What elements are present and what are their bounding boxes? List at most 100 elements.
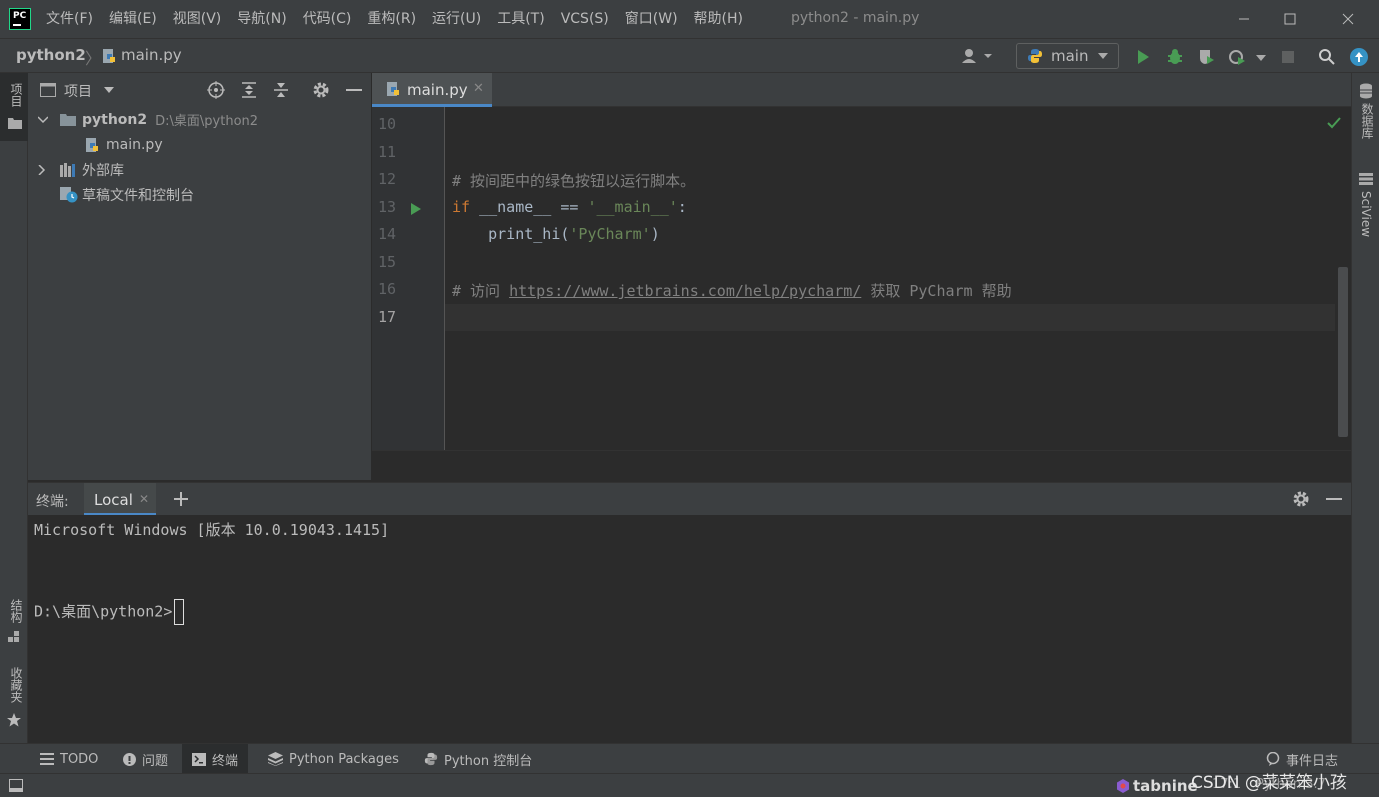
- add-terminal-icon[interactable]: [174, 492, 188, 506]
- run-configuration-select[interactable]: main: [1016, 43, 1119, 69]
- run-gutter-icon[interactable]: [410, 202, 422, 216]
- profile-icon[interactable]: [1228, 48, 1246, 66]
- code-line-16: # 访问 https://www.jetbrains.com/help/pych…: [452, 282, 1012, 300]
- window-title: python2 - main.py: [791, 10, 920, 26]
- terminal-tab-label: Local: [94, 491, 133, 509]
- run-icon[interactable]: [1134, 48, 1152, 66]
- menu-code[interactable]: 代码(C): [295, 0, 360, 38]
- navigation-bar: python2 〉 main.py main: [0, 38, 1379, 73]
- hide-panel-icon[interactable]: [1326, 498, 1342, 500]
- python-packages-tool-button[interactable]: Python Packages: [258, 744, 409, 774]
- structure-tool-window-button[interactable]: 结构: [0, 593, 28, 653]
- project-tool-window-button[interactable]: 项目: [0, 73, 28, 141]
- coverage-icon[interactable]: [1197, 48, 1215, 66]
- minimize-icon: [1239, 18, 1249, 20]
- maximize-button[interactable]: [1267, 0, 1313, 38]
- folder-icon: [60, 114, 76, 126]
- close-tab-icon[interactable]: ✕: [473, 81, 484, 96]
- terminal-prompt-line: D:\桌面\python2>: [34, 599, 185, 625]
- tree-item-label: 草稿文件和控制台: [82, 187, 194, 204]
- problems-tool-button[interactable]: 问题: [113, 744, 178, 774]
- stop-icon[interactable]: [1279, 48, 1297, 66]
- tool-label: TODO: [60, 751, 99, 767]
- terminal-tab-local[interactable]: Local ✕: [84, 483, 156, 516]
- chevron-down-icon[interactable]: [104, 87, 114, 93]
- code-editor[interactable]: # 按间距中的绿色按钮以运行脚本。 if __name__ == '__main…: [445, 107, 1351, 450]
- menu-edit[interactable]: 编辑(E): [101, 0, 165, 38]
- menu-refactor[interactable]: 重构(R): [359, 0, 424, 38]
- help-link[interactable]: https://www.jetbrains.com/help/pycharm/: [509, 282, 861, 300]
- terminal-cursor: [174, 599, 185, 625]
- menu-vcs[interactable]: VCS(S): [553, 0, 617, 38]
- toggle-tool-windows-icon[interactable]: [9, 779, 23, 792]
- project-panel: 项目 python2 D:\桌面\python2 main.py 外部库 草稿文…: [28, 73, 371, 480]
- tab-main-py[interactable]: main.py ✕: [372, 73, 492, 107]
- menu-run[interactable]: 运行(U): [424, 0, 489, 38]
- menu-navigate[interactable]: 导航(N): [229, 0, 294, 38]
- star-icon: [7, 713, 21, 727]
- todo-tool-button[interactable]: TODO: [30, 744, 108, 774]
- gear-icon[interactable]: [312, 81, 330, 99]
- debug-icon[interactable]: [1166, 48, 1184, 66]
- checkmark-icon[interactable]: [1327, 117, 1341, 129]
- update-icon[interactable]: [1350, 48, 1368, 66]
- scratches-icon: [60, 186, 78, 202]
- tabnine-status[interactable]: tabnine: [1116, 776, 1198, 796]
- folder-icon: [8, 118, 22, 129]
- project-root-name: python2: [82, 111, 148, 128]
- database-icon: [1360, 83, 1372, 99]
- menu-window[interactable]: 窗口(W): [617, 0, 686, 38]
- close-window-button[interactable]: [1325, 0, 1371, 38]
- tree-item-project-root[interactable]: python2 D:\桌面\python2: [28, 107, 371, 132]
- code-line-12: # 按间距中的绿色按钮以运行脚本。: [452, 172, 696, 190]
- project-view-icon: [40, 83, 56, 97]
- terminal-line: Microsoft Windows [版本 10.0.19043.1415]: [34, 521, 390, 539]
- close-tab-icon[interactable]: ✕: [139, 492, 149, 506]
- gear-icon[interactable]: [1292, 490, 1310, 508]
- tool-label: 事件日志: [1286, 753, 1339, 769]
- tree-item-main-py[interactable]: main.py: [28, 132, 371, 157]
- left-tool-stripe: 项目 结构 收藏夹: [0, 73, 28, 743]
- breadcrumb-file[interactable]: main.py: [121, 46, 182, 64]
- python-file-icon: [86, 137, 98, 152]
- search-icon[interactable]: [1318, 48, 1336, 66]
- python-console-tool-button[interactable]: Python 控制台: [414, 744, 542, 774]
- project-panel-title[interactable]: 项目: [64, 81, 92, 101]
- current-line-highlight: [445, 304, 1335, 331]
- favorites-tool-label: 收藏夹: [9, 667, 23, 703]
- tool-label: 终端: [212, 753, 239, 769]
- terminal-icon: [192, 752, 206, 766]
- user-account-button[interactable]: [960, 47, 996, 65]
- more-run-options-chevron-icon[interactable]: [1256, 55, 1266, 61]
- terminal-output[interactable]: Microsoft Windows [版本 10.0.19043.1415] D…: [28, 515, 1351, 743]
- editor-scrollbar[interactable]: [1338, 267, 1348, 437]
- menu-file[interactable]: 文件(F): [38, 0, 101, 38]
- database-tool-window-button[interactable]: 数据库: [1352, 79, 1379, 149]
- breadcrumb-project[interactable]: python2: [16, 46, 86, 64]
- line-number: 12: [378, 170, 397, 188]
- tool-label: Python Packages: [289, 751, 399, 767]
- expand-all-icon[interactable]: [240, 81, 258, 99]
- python-icon: [424, 752, 438, 766]
- line-number: 14: [378, 225, 397, 243]
- menu-view[interactable]: 视图(V): [165, 0, 230, 38]
- minimize-button[interactable]: [1221, 0, 1267, 38]
- terminal-tool-button[interactable]: 终端: [182, 744, 249, 774]
- tool-label: 问题: [142, 753, 169, 769]
- sciview-tool-window-button[interactable]: SciView: [1352, 169, 1379, 249]
- tree-item-scratches[interactable]: 草稿文件和控制台: [28, 182, 371, 207]
- hide-panel-icon[interactable]: [346, 89, 362, 91]
- tab-label: main.py: [407, 81, 468, 99]
- chevron-right-icon[interactable]: [38, 164, 46, 175]
- terminal-prompt: D:\桌面\python2>: [34, 602, 173, 621]
- locate-file-icon[interactable]: [207, 81, 225, 99]
- menu-tools[interactable]: 工具(T): [489, 0, 552, 38]
- menu-help[interactable]: 帮助(H): [686, 0, 751, 38]
- python-icon: [1028, 49, 1042, 63]
- chevron-down-icon[interactable]: [38, 115, 48, 124]
- tree-item-external-libraries[interactable]: 外部库: [28, 157, 371, 182]
- favorites-tool-window-button[interactable]: 收藏夹: [0, 663, 28, 733]
- packages-icon: [268, 752, 283, 766]
- collapse-all-icon[interactable]: [272, 81, 290, 99]
- editor-tab-bar: main.py ✕: [372, 73, 1351, 107]
